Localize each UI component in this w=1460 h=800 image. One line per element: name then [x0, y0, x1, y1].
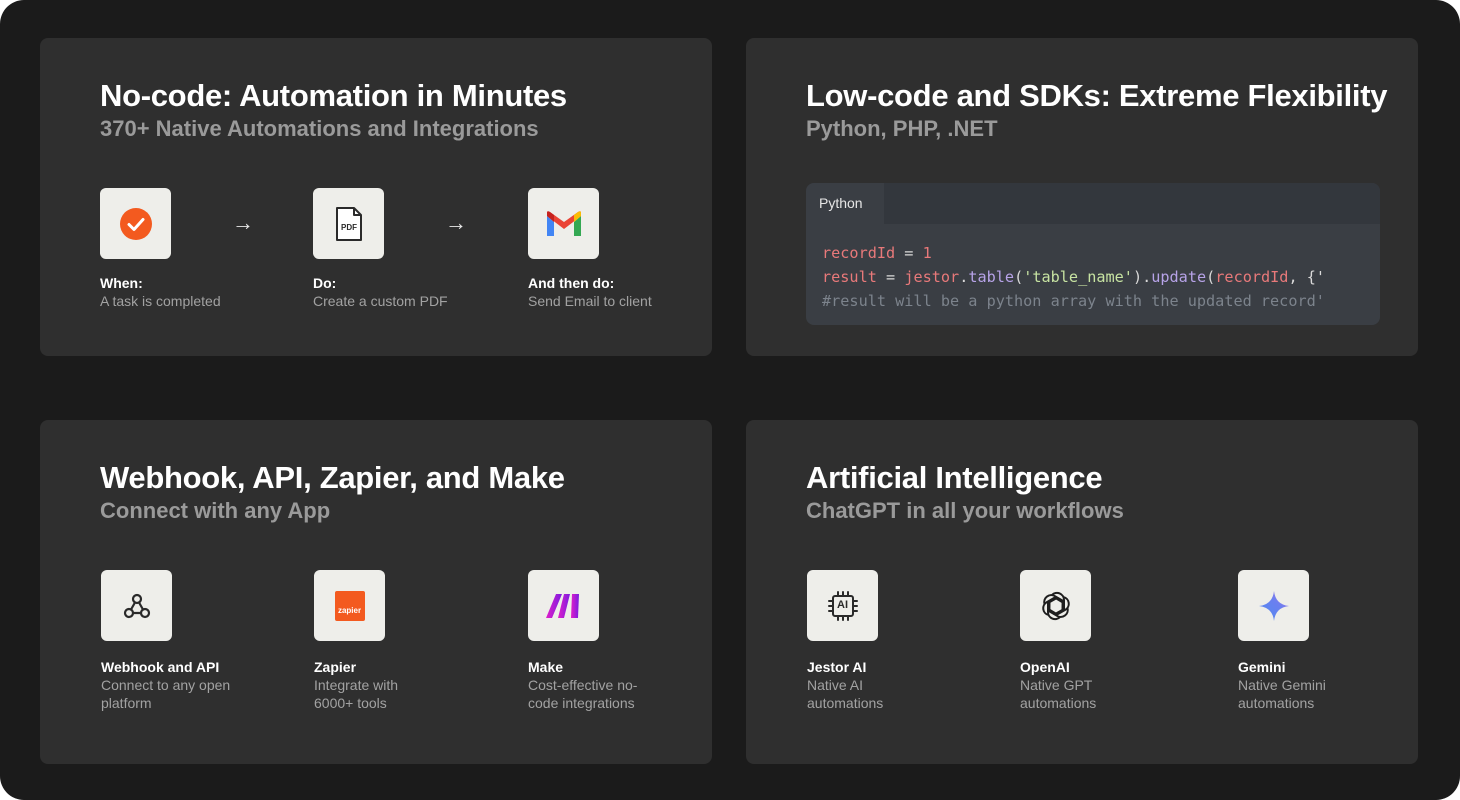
arrow-right-icon: →	[445, 210, 467, 235]
code-token: recordId	[822, 244, 896, 262]
code-token: 'table_name'	[1023, 268, 1133, 286]
code-token: update	[1151, 268, 1207, 286]
ai-desc: automations	[1020, 695, 1097, 711]
code-token: recordId	[1215, 268, 1289, 286]
ai-desc: Native GPT	[1020, 677, 1093, 693]
code-token: jestor	[904, 268, 960, 286]
integration-desc: Cost-effective no-	[528, 677, 638, 693]
code-token: (	[1014, 268, 1024, 286]
card-title: Artificial Intelligence	[806, 460, 1103, 495]
code-token: , {'	[1288, 268, 1326, 286]
zapier-icon: zapier	[314, 570, 385, 641]
integration-desc: 6000+ tools	[314, 695, 387, 711]
card-title: Low-code and SDKs: Extreme Flexibility	[806, 78, 1388, 113]
integration-label: Zapier	[314, 659, 357, 675]
step-desc: Send Email to client	[528, 293, 652, 309]
ai-label: Jestor AI	[807, 659, 867, 675]
svg-text:PDF: PDF	[341, 223, 357, 232]
webhook-icon	[101, 570, 172, 641]
gmail-icon	[528, 188, 599, 259]
code-token: (	[1206, 268, 1216, 286]
integrations-card: Webhook, API, Zapier, and Make Connect w…	[40, 420, 712, 764]
arrow-right-icon: →	[232, 210, 254, 235]
step-desc: A task is completed	[100, 293, 221, 309]
code-token: =	[895, 244, 923, 262]
lowcode-card: Low-code and SDKs: Extreme Flexibility P…	[746, 38, 1418, 356]
integration-desc: code integrations	[528, 695, 635, 711]
card-subtitle: 370+ Native Automations and Integrations	[100, 116, 539, 141]
ai-card: Artificial Intelligence ChatGPT in all y…	[746, 420, 1418, 764]
openai-icon	[1020, 570, 1091, 641]
code-content: recordId = 1 result = jestor.table('tabl…	[822, 241, 1325, 313]
ai-chip-text: AI	[837, 598, 848, 611]
tab-python[interactable]: Python	[806, 183, 884, 224]
integration-label: Make	[528, 659, 564, 675]
step-desc: Create a custom PDF	[313, 293, 448, 309]
step-label: Do:	[313, 275, 337, 291]
integration-desc: platform	[101, 695, 152, 711]
code-token: result	[822, 268, 877, 286]
make-icon	[528, 570, 599, 641]
code-block: Python recordId = 1 result = jestor.tabl…	[806, 183, 1380, 325]
card-subtitle: ChatGPT in all your workflows	[806, 498, 1124, 523]
ai-chip-icon: AI	[807, 570, 878, 641]
pdf-icon: PDF	[313, 188, 384, 259]
integration-desc: Connect to any open	[101, 677, 231, 693]
code-token: ).	[1132, 268, 1152, 286]
ai-label: OpenAI	[1020, 659, 1070, 675]
features-frame: No-code: Automation in Minutes 370+ Nati…	[0, 0, 1460, 800]
card-title: No-code: Automation in Minutes	[100, 78, 567, 113]
card-subtitle: Connect with any App	[100, 498, 331, 523]
ai-desc: automations	[1238, 695, 1315, 711]
check-circle-icon	[100, 188, 171, 259]
ai-desc: Native Gemini	[1238, 677, 1326, 693]
nocode-card: No-code: Automation in Minutes 370+ Nati…	[40, 38, 712, 356]
code-comment: #result will be a python array with the …	[822, 292, 1325, 310]
code-token: =	[876, 268, 905, 286]
code-token: .	[959, 268, 969, 286]
step-label: And then do:	[528, 275, 615, 291]
code-tab-bar	[806, 183, 1380, 224]
ai-desc: Native AI	[807, 677, 864, 693]
zapier-logo: zapier	[334, 590, 365, 621]
ai-label: Gemini	[1238, 659, 1286, 675]
card-subtitle: Python, PHP, .NET	[806, 116, 998, 141]
zapier-logo-text: zapier	[337, 605, 362, 615]
integration-label: Webhook and API	[101, 659, 220, 675]
ai-desc: automations	[807, 695, 884, 711]
code-token: table	[968, 268, 1015, 286]
gemini-icon	[1238, 570, 1309, 641]
card-title: Webhook, API, Zapier, and Make	[100, 460, 565, 495]
code-token: 1	[922, 244, 932, 262]
integration-desc: Integrate with	[314, 677, 399, 693]
step-label: When:	[100, 275, 143, 291]
